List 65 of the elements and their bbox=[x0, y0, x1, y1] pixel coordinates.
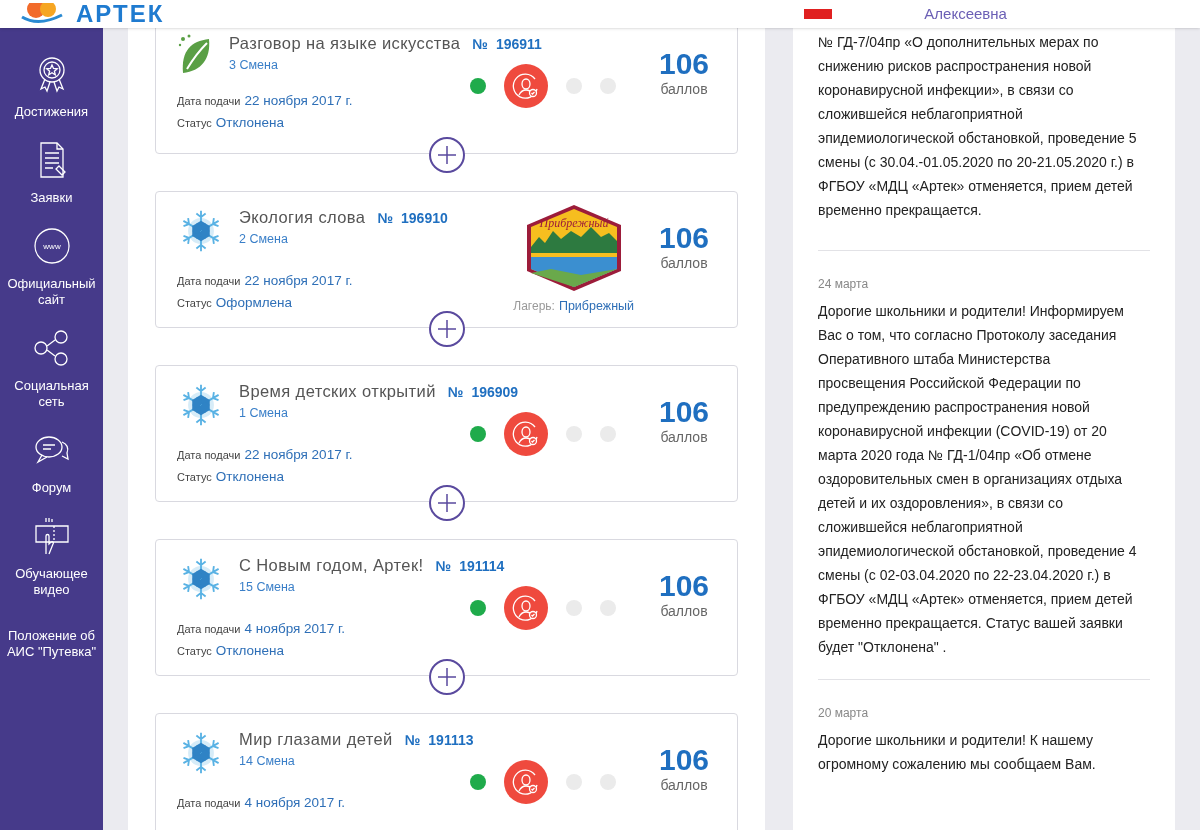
date-label: Дата подачи bbox=[177, 274, 241, 289]
submission-date: 22 ноября 2017 г. bbox=[244, 92, 353, 110]
application-number: № 196910 bbox=[377, 209, 448, 228]
user-name: Алексеевна bbox=[924, 3, 1007, 24]
date-label: Дата подачи bbox=[177, 94, 241, 109]
application-number: № 191113 bbox=[404, 731, 474, 750]
plus-icon bbox=[436, 319, 457, 339]
news-date: 24 марта bbox=[818, 276, 870, 293]
news-text: Дорогие школьники и родители! К нашему огромному сожалению мы сообщаем Вам. bbox=[818, 731, 1097, 774]
plus-icon bbox=[436, 493, 457, 513]
plus-icon bbox=[436, 667, 457, 687]
score-unit: баллов bbox=[660, 80, 708, 99]
application-title: Экология слова bbox=[239, 207, 366, 228]
sidebar-item[interactable]: Заявки bbox=[0, 140, 103, 206]
news-date: 20 марта bbox=[818, 705, 870, 722]
shift-label: 2 Смена bbox=[239, 230, 289, 248]
application-number: № 196909 bbox=[447, 383, 519, 402]
application-title: Разговор на языке искусства bbox=[229, 33, 461, 54]
flag-icon bbox=[804, 9, 833, 19]
shift-label: 14 Смена bbox=[239, 752, 296, 770]
sidebar-item[interactable]: Форум bbox=[0, 430, 103, 496]
score-value: 106 bbox=[658, 397, 710, 427]
status-value: Оформлена bbox=[215, 294, 293, 313]
application-title: Мир глазами детей bbox=[239, 729, 393, 750]
status-value: Отклонена bbox=[215, 114, 284, 133]
score-value: 106 bbox=[658, 49, 710, 79]
score-unit: баллов bbox=[660, 254, 708, 273]
status-label: Статус bbox=[177, 644, 212, 660]
score-value: 106 bbox=[658, 571, 710, 601]
status-label: Статус bbox=[177, 116, 212, 132]
camp-label: Лагерь: bbox=[513, 298, 555, 315]
plus-icon bbox=[436, 145, 457, 165]
sidebar-item[interactable]: Социальная сеть bbox=[0, 328, 103, 410]
news-text: Дорогие школьники и родители! Информируем Вас о том, что согласно Протоколу заседания Оперативного штаба Министерства просвещения Российской Федерации по предупреждению распространения новой коронавирусной инфекции (COVID-19) от 20 марта 2020 года № ГД-1/04пр «Об отмене оздоровительных смен в организациях отдыха детей и их оздоровления», в связи со сложившейся неблагоприятной эпидемиологической обстановкой, проведение 4 смены (с 02-03.04.2020 по 22-23.04.2020 г.) в ФГБОУ «МДЦ «Артек» отменяется, прием детей временно прекращается. Статус вашей заявки будет "Отклонена" . bbox=[818, 302, 1138, 657]
score-unit: баллов bbox=[660, 602, 708, 621]
submission-date: 4 ноября 2017 г. bbox=[244, 794, 345, 812]
news-text: № ГД-7/04пр «О дополнительных мерах по снижению рисков распространения новой коронавирусной инфекции», в связи со сложившейся неблагоприятной эпидемиологической обстановкой, проведение 5 смены (с 30.04.-01.05.2020 по 20-21.05.2020 г.) в ФГБОУ «МДЦ «Артек» отменяется, прием детей временно прекращается. bbox=[818, 33, 1138, 220]
application-number: № 191114 bbox=[435, 557, 505, 576]
date-label: Дата подачи bbox=[177, 448, 241, 463]
sidebar-item[interactable]: www Официальный сайт bbox=[0, 226, 103, 308]
date-label: Дата подачи bbox=[177, 796, 241, 811]
application-title: С Новым годом, Артек! bbox=[239, 555, 424, 576]
shift-label: 3 Смена bbox=[229, 56, 279, 74]
globe-icon: www bbox=[31, 226, 72, 266]
status-value: Отклонена bbox=[215, 468, 284, 487]
logo-text: АРТЕК bbox=[76, 2, 165, 26]
sidebar-item[interactable]: Достижения bbox=[0, 54, 103, 120]
submission-date: 22 ноября 2017 г. bbox=[244, 446, 353, 464]
status-label: Статус bbox=[177, 296, 212, 312]
submission-date: 4 ноября 2017 г. bbox=[244, 620, 345, 638]
score-unit: баллов bbox=[660, 776, 708, 795]
camp-name: Прибрежный bbox=[558, 298, 634, 315]
shift-label: 15 Смена bbox=[239, 578, 296, 596]
score-unit: баллов bbox=[660, 428, 708, 447]
shift-label: 1 Смена bbox=[239, 404, 289, 422]
sidebar-item[interactable]: Обучающее видео bbox=[0, 516, 103, 598]
application-number: № 196911 bbox=[472, 35, 542, 54]
status-value: Отклонена bbox=[215, 642, 284, 661]
status-label: Статус bbox=[177, 470, 212, 486]
date-label: Дата подачи bbox=[177, 622, 241, 637]
score-value: 106 bbox=[658, 223, 710, 253]
sidebar-item[interactable]: Положение об АИС "Путевка" bbox=[0, 618, 103, 660]
score-value: 106 bbox=[658, 745, 710, 775]
submission-date: 22 ноября 2017 г. bbox=[244, 272, 353, 290]
application-title: Время детских открытий bbox=[239, 381, 436, 402]
